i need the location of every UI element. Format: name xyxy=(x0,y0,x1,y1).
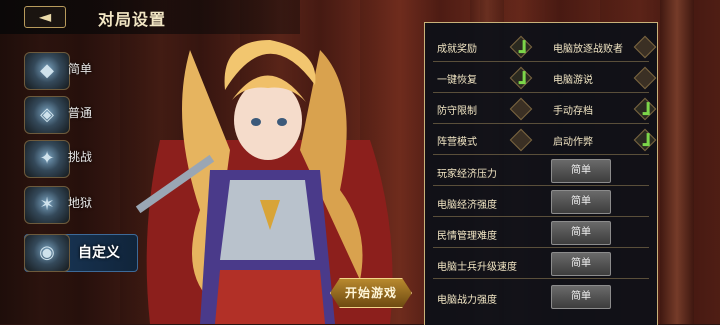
ai-soldier-upgrade-speed-select[interactable]: 简单 xyxy=(551,252,611,276)
divider xyxy=(433,278,649,279)
toggle-label: 一键恢复 xyxy=(437,75,477,86)
toggle-row: 阵营模式 启动作弊 xyxy=(425,126,657,154)
custom-emblem-icon: ◉ xyxy=(24,234,70,272)
toggle-label: 启动作弊 xyxy=(553,137,593,148)
difficulty-tab-challenge[interactable]: ✦ 挑战 xyxy=(24,140,136,178)
toggle-enable-cheat[interactable]: 启动作弊 xyxy=(541,126,657,154)
difficulty-label: 自定义 xyxy=(78,245,120,261)
select-label: 电脑士兵升级速度 xyxy=(437,262,517,273)
toggle-label: 防守限制 xyxy=(437,106,477,117)
divider xyxy=(433,123,649,124)
toggle-ai-persuade[interactable]: 电脑游说 xyxy=(541,64,657,92)
settings-panel: 成就奖励 电脑放逐战败者 一键恢复 电脑游说 防守限制 手动存档 阵营模式 启动… xyxy=(424,22,658,325)
divider xyxy=(433,92,649,93)
difficulty-label: 挑战 xyxy=(68,150,93,164)
top-bar: ◄ 对局设置 xyxy=(0,0,300,34)
select-label: 玩家经济压力 xyxy=(437,169,497,180)
page-title: 对局设置 xyxy=(98,10,167,29)
toggle-label: 手动存档 xyxy=(553,106,593,117)
helmet-emblem-icon: ◈ xyxy=(24,96,70,134)
toggle-ai-exile-defeated[interactable]: 电脑放逐战败者 xyxy=(541,33,657,61)
select-row: 电脑经济强度 简单 xyxy=(425,188,657,216)
toggle-label: 电脑游说 xyxy=(553,75,593,86)
checkbox-icon[interactable] xyxy=(509,97,533,121)
difficulty-label: 普通 xyxy=(68,106,93,120)
select-label: 电脑战力强度 xyxy=(437,295,497,306)
toggle-row: 防守限制 手动存档 xyxy=(425,95,657,123)
toggle-label: 阵营模式 xyxy=(437,137,477,148)
select-label: 民情管理难度 xyxy=(437,231,497,242)
star-emblem-icon: ✶ xyxy=(24,186,70,224)
player-economy-pressure-select[interactable]: 简单 xyxy=(551,159,611,183)
toggle-label: 电脑放逐战败者 xyxy=(553,44,623,55)
toggle-achievement-reward[interactable]: 成就奖励 xyxy=(425,33,541,61)
ai-combat-strength-select[interactable]: 简单 xyxy=(551,285,611,309)
divider xyxy=(433,61,649,62)
ai-economy-strength-select[interactable]: 简单 xyxy=(551,190,611,214)
toggle-manual-save[interactable]: 手动存档 xyxy=(541,95,657,123)
toggle-one-key-restore[interactable]: 一键恢复 xyxy=(425,64,541,92)
select-label: 电脑经济强度 xyxy=(437,200,497,211)
toggle-row: 成就奖励 电脑放逐战败者 xyxy=(425,33,657,61)
public-order-difficulty-select[interactable]: 简单 xyxy=(551,221,611,245)
difficulty-label: 地狱 xyxy=(68,196,93,210)
difficulty-tab-normal[interactable]: ◈ 普通 xyxy=(24,96,136,134)
back-arrow-icon[interactable]: ◄ xyxy=(24,6,66,28)
difficulty-label: 简单 xyxy=(68,62,93,76)
difficulty-tab-custom[interactable]: ◉ 自定义 xyxy=(24,234,138,272)
crest-emblem-icon: ✦ xyxy=(24,140,70,178)
background-pillar xyxy=(660,0,694,324)
toggle-faction-mode[interactable]: 阵营模式 xyxy=(425,126,541,154)
select-row: 电脑士兵升级速度 简单 xyxy=(425,250,657,278)
divider xyxy=(433,247,649,248)
select-row: 民情管理难度 简单 xyxy=(425,219,657,247)
checkbox-icon[interactable] xyxy=(633,128,657,152)
divider xyxy=(433,185,649,186)
divider xyxy=(433,216,649,217)
checkbox-icon[interactable] xyxy=(633,66,657,90)
start-game-button[interactable]: 开始游戏 xyxy=(330,278,412,308)
checkbox-icon[interactable] xyxy=(633,97,657,121)
toggle-row: 一键恢复 电脑游说 xyxy=(425,64,657,92)
checkbox-icon[interactable] xyxy=(633,35,657,59)
toggle-defense-limit[interactable]: 防守限制 xyxy=(425,95,541,123)
shield-emblem-icon: ◆ xyxy=(24,52,70,90)
checkbox-icon[interactable] xyxy=(509,35,533,59)
checkbox-icon[interactable] xyxy=(509,128,533,152)
difficulty-tab-hell[interactable]: ✶ 地狱 xyxy=(24,186,136,224)
select-row: 玩家经济压力 简单 xyxy=(425,157,657,185)
checkbox-icon[interactable] xyxy=(509,66,533,90)
divider xyxy=(433,154,649,155)
difficulty-tab-easy[interactable]: ◆ 简单 xyxy=(24,52,136,90)
toggle-label: 成就奖励 xyxy=(437,44,477,55)
select-row: 电脑战力强度 简单 xyxy=(425,283,657,311)
